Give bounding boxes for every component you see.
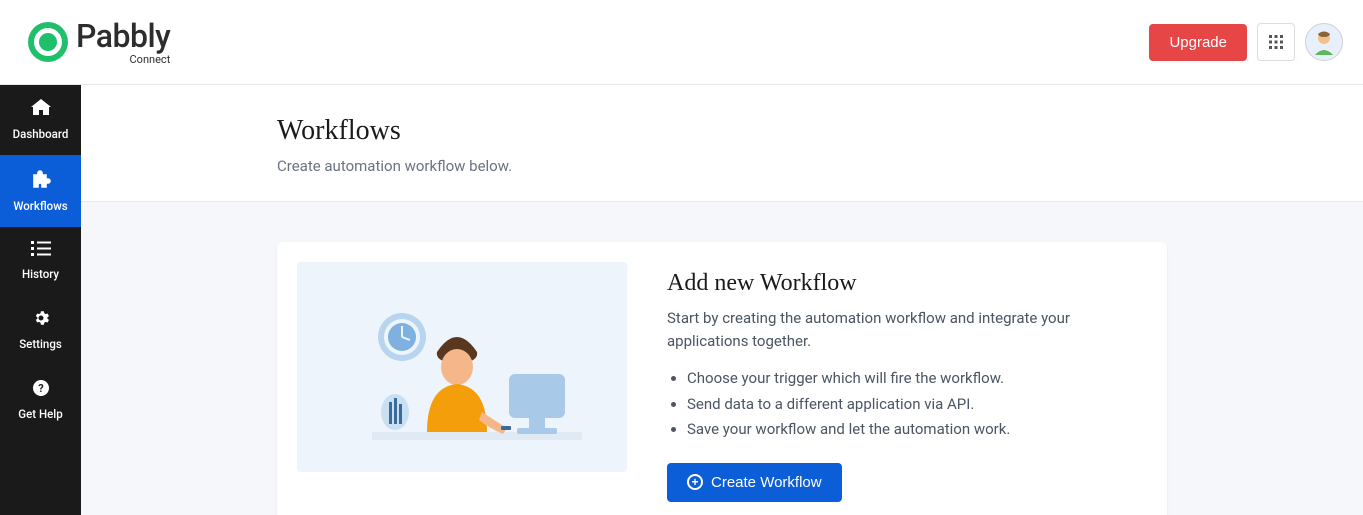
card-description: Start by creating the automation workflo… — [667, 307, 1137, 352]
sidebar-item-history[interactable]: History — [0, 227, 81, 295]
list-item: Choose your trigger which will fire the … — [687, 366, 1137, 392]
upgrade-button[interactable]: Upgrade — [1149, 24, 1247, 61]
puzzle-icon — [31, 169, 51, 193]
main-content: Workflows Create automation workflow bel… — [81, 85, 1363, 515]
brand-name: Pabbly — [76, 20, 170, 52]
brand-logo-text: Pabbly Connect — [76, 20, 170, 65]
sidebar-item-label: Settings — [19, 337, 62, 351]
header-right: Upgrade — [1149, 23, 1343, 61]
list-icon — [31, 241, 51, 261]
create-workflow-label: Create Workflow — [711, 474, 822, 491]
help-icon: ? — [32, 379, 50, 401]
sidebar-item-workflows[interactable]: Workflows — [0, 155, 81, 227]
user-avatar[interactable] — [1305, 23, 1343, 61]
top-header: Pabbly Connect Upgrade — [0, 0, 1363, 85]
gear-icon — [32, 309, 50, 331]
sidebar-item-label: Dashboard — [13, 127, 69, 141]
create-workflow-button[interactable]: + Create Workflow — [667, 463, 842, 502]
card-bullet-list: Choose your trigger which will fire the … — [667, 366, 1137, 443]
apps-grid-icon — [1269, 35, 1283, 49]
sidebar-item-label: Get Help — [18, 407, 62, 421]
sidebar-item-dashboard[interactable]: Dashboard — [0, 85, 81, 155]
avatar-icon — [1309, 27, 1339, 57]
home-icon — [31, 99, 51, 121]
brand-logo-icon — [28, 22, 68, 62]
list-item: Send data to a different application via… — [687, 392, 1137, 418]
page-header: Workflows Create automation workflow bel… — [81, 85, 1363, 202]
card-title: Add new Workflow — [667, 270, 1137, 297]
page-subtitle: Create automation workflow below. — [277, 157, 1167, 175]
brand-sub: Connect — [76, 54, 170, 65]
apps-button[interactable] — [1257, 23, 1295, 61]
svg-text:?: ? — [38, 382, 44, 395]
sidebar-item-label: Workflows — [13, 199, 67, 213]
add-workflow-card: Add new Workflow Start by creating the a… — [277, 242, 1167, 515]
sidebar-item-get-help[interactable]: ? Get Help — [0, 365, 81, 435]
card-body: Add new Workflow Start by creating the a… — [667, 262, 1137, 502]
sidebar-item-settings[interactable]: Settings — [0, 295, 81, 365]
sidebar-item-label: History — [22, 267, 59, 281]
page-title: Workflows — [277, 115, 1167, 147]
list-item: Save your workflow and let the automatio… — [687, 417, 1137, 443]
plus-circle-icon: + — [687, 474, 703, 490]
sidebar: Dashboard Workflows History Settings ? G… — [0, 85, 81, 515]
brand-logo[interactable]: Pabbly Connect — [28, 20, 170, 65]
workflow-illustration — [297, 262, 627, 472]
